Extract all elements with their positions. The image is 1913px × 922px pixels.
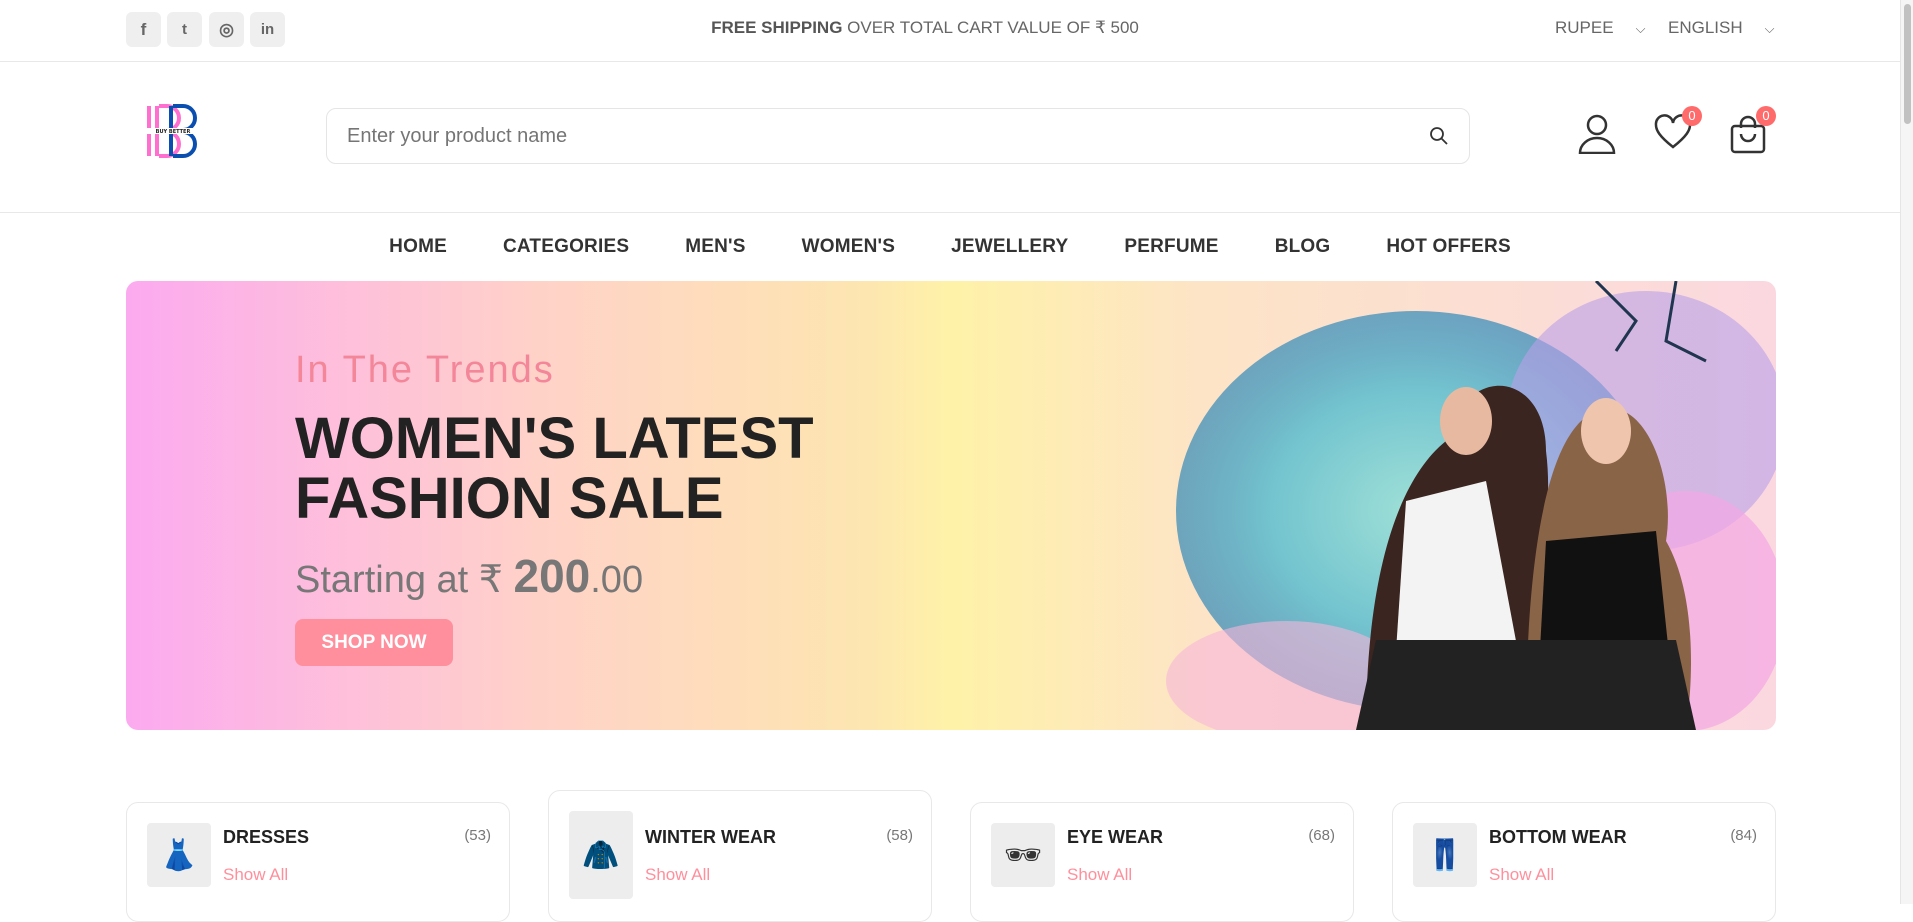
banner-price: Starting at ₹ 200.00 [295,549,643,603]
wishlist-button[interactable]: 0 [1654,106,1702,155]
category-card[interactable]: 🧥 WINTER WEAR (58) Show All [548,790,932,922]
show-all-link[interactable]: Show All [223,865,288,885]
language-value: ENGLISH [1668,18,1743,37]
dress-icon: 👗 [147,823,211,887]
wishlist-count-badge: 0 [1682,106,1702,126]
banner-models-image [1166,281,1776,730]
price-main: 200 [513,550,591,602]
header: BUY BETTER 0 0 [0,62,1900,213]
search-box [326,108,1470,164]
shipping-text: OVER TOTAL CART VALUE OF ₹ 500 [842,18,1139,37]
banner-subtitle: In The Trends [295,349,555,391]
shop-now-button[interactable]: SHOP NOW [295,619,453,666]
jeans-icon: 👖 [1413,823,1477,887]
nav-categories[interactable]: CATEGORIES [503,236,629,258]
chevron-down-icon: ⌵ [1635,21,1646,36]
nav-blog[interactable]: BLOG [1275,236,1331,258]
category-name: WINTER WEAR [645,827,776,847]
logo[interactable]: BUY BETTER [145,102,205,160]
logo-text: BUY BETTER [156,129,191,135]
currency-select[interactable]: RUPEE ⌵ [1555,18,1645,38]
category-name: EYE WEAR [1067,827,1164,847]
nav-mens[interactable]: MEN'S [685,236,745,258]
currency-value: RUPEE [1555,18,1614,37]
category-card[interactable]: 👗 DRESSES (53) Show All [126,802,510,922]
show-all-link[interactable]: Show All [1067,865,1132,885]
nav-hot-offers[interactable]: HOT OFFERS [1386,236,1510,258]
category-name: DRESSES [223,827,310,847]
banner-title: WOMEN'S LATEST FASHION SALE [295,409,814,529]
scrollbar-thumb[interactable] [1904,4,1911,124]
search-input[interactable] [327,109,1377,163]
price-prefix: Starting at ₹ [295,559,514,601]
main-nav: HOME CATEGORIES MEN'S WOMEN'S JEWELLERY … [0,213,1900,281]
show-all-link[interactable]: Show All [645,865,710,885]
cart-button[interactable]: 0 [1730,106,1776,159]
category-count: (53) [464,827,491,844]
nav-perfume[interactable]: PERFUME [1124,236,1218,258]
user-icon[interactable] [1578,114,1616,154]
banner-title-line2: FASHION SALE [295,466,724,531]
hero-banner: In The Trends WOMEN'S LATEST FASHION SALE… [126,281,1776,730]
nav-womens[interactable]: WOMEN'S [802,236,896,258]
category-count: (68) [1308,827,1335,844]
chevron-down-icon: ⌵ [1764,21,1775,36]
category-card[interactable]: 🕶 EYE WEAR (68) Show All [970,802,1354,922]
nav-home[interactable]: HOME [389,236,447,258]
language-select[interactable]: ENGLISH ⌵ [1668,18,1775,38]
page-scrollbar[interactable] [1900,0,1913,904]
price-decimal: .00 [590,559,644,601]
shipping-bold: FREE SHIPPING [711,18,843,37]
category-count: (58) [886,827,913,844]
top-bar: f t ◎ in FREE SHIPPING OVER TOTAL CART V… [0,0,1900,62]
cart-count-badge: 0 [1756,106,1776,126]
category-name: BOTTOM WEAR [1489,827,1627,847]
category-card[interactable]: 👖 BOTTOM WEAR (84) Show All [1392,802,1776,922]
nav-jewellery[interactable]: JEWELLERY [951,236,1068,258]
show-all-link[interactable]: Show All [1489,865,1554,885]
category-count: (84) [1730,827,1757,844]
jacket-icon: 🧥 [569,811,633,899]
banner-title-line1: WOMEN'S LATEST [295,406,814,471]
search-icon[interactable] [1429,126,1449,146]
sunglasses-icon: 🕶 [991,823,1055,887]
